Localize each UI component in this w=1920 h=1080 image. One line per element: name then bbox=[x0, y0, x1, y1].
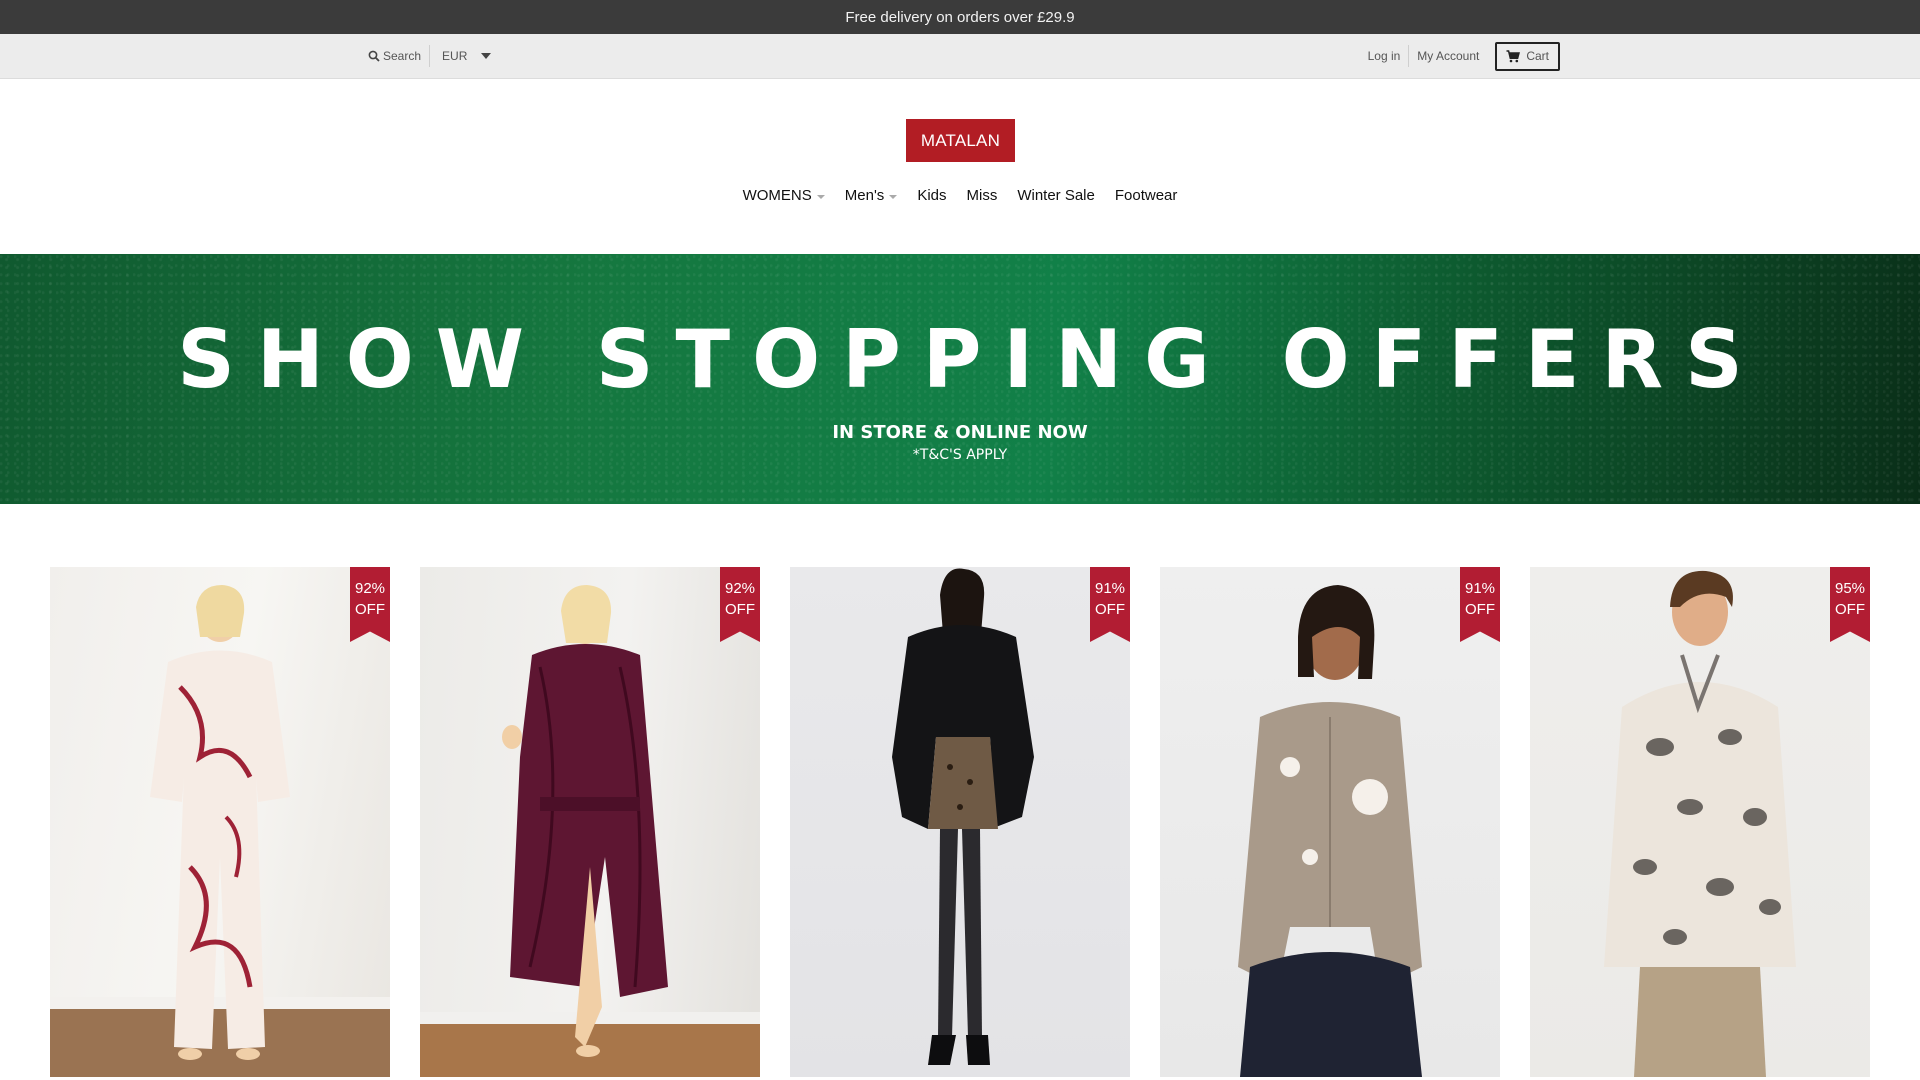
discount-off-label: OFF bbox=[355, 601, 385, 618]
nav-item-miss[interactable]: Miss bbox=[967, 187, 998, 204]
nav-label: Winter Sale bbox=[1017, 187, 1095, 204]
product-card[interactable]: 95% OFF bbox=[1530, 567, 1870, 1077]
currency-value: EUR bbox=[442, 49, 468, 63]
discount-percent: 92% bbox=[724, 580, 756, 597]
nav-item-kids[interactable]: Kids bbox=[917, 187, 946, 204]
main-navigation: WOMENS Men's Kids Miss Winter Sale Footw… bbox=[0, 187, 1920, 204]
login-label: Log in bbox=[1367, 49, 1401, 63]
search-icon bbox=[368, 50, 380, 62]
discount-badge: 91% OFF bbox=[1090, 567, 1130, 642]
search-button[interactable]: Search bbox=[360, 49, 429, 63]
search-label: Search bbox=[383, 49, 422, 63]
cart-label: Cart bbox=[1526, 49, 1549, 63]
chevron-down-icon bbox=[816, 194, 825, 199]
nav-item-footwear[interactable]: Footwear bbox=[1115, 187, 1178, 204]
product-grid: 92% OFF 92% OFF 91% OFF 91% OFF 95% OFF bbox=[50, 567, 1870, 1077]
chevron-down-icon bbox=[889, 194, 898, 199]
discount-badge: 92% OFF bbox=[720, 567, 760, 642]
discount-off-label: OFF bbox=[1465, 601, 1495, 618]
product-card[interactable]: 91% OFF bbox=[1160, 567, 1500, 1077]
product-image bbox=[420, 585, 760, 1077]
my-account-link[interactable]: My Account bbox=[1409, 49, 1487, 63]
cart-icon bbox=[1506, 49, 1521, 62]
discount-off-label: OFF bbox=[1835, 601, 1865, 618]
logo-text: MATALAN bbox=[920, 130, 1001, 150]
product-image bbox=[50, 585, 390, 1077]
product-card[interactable]: 91% OFF bbox=[790, 567, 1130, 1077]
nav-item-winter-sale[interactable]: Winter Sale bbox=[1017, 187, 1095, 204]
nav-label: WOMENS bbox=[742, 187, 812, 204]
cart-button[interactable]: Cart bbox=[1495, 41, 1560, 71]
hero-banner[interactable]: SHOW STOPPING OFFERS IN STORE & ONLINE N… bbox=[0, 254, 1920, 504]
nav-label: Kids bbox=[917, 187, 947, 204]
login-link[interactable]: Log in bbox=[1360, 49, 1409, 63]
hero-subtitle: IN STORE & ONLINE NOW bbox=[832, 422, 1088, 443]
discount-percent: 95% bbox=[1834, 580, 1866, 597]
account-label: My Account bbox=[1417, 49, 1480, 63]
hero-title: SHOW STOPPING OFFERS bbox=[177, 313, 1765, 406]
currency-selector[interactable]: EUR bbox=[430, 49, 503, 63]
discount-badge: 91% OFF bbox=[1460, 567, 1500, 642]
chevron-down-icon bbox=[481, 53, 492, 59]
discount-percent: 91% bbox=[1464, 580, 1496, 597]
site-header: MATALAN WOMENS Men's Kids Miss Winter Sa… bbox=[0, 79, 1920, 253]
announcement-bar: Free delivery on orders over £29.9 bbox=[0, 0, 1920, 34]
discount-off-label: OFF bbox=[725, 601, 755, 618]
announcement-text: Free delivery on orders over £29.9 bbox=[845, 8, 1075, 26]
hero-terms: *T&C'S APPLY bbox=[912, 447, 1008, 463]
nav-item-mens[interactable]: Men's bbox=[845, 187, 898, 204]
discount-percent: 92% bbox=[354, 580, 386, 597]
nav-label: Men's bbox=[844, 187, 885, 204]
discount-badge: 95% OFF bbox=[1830, 567, 1870, 642]
product-card[interactable]: 92% OFF bbox=[50, 567, 390, 1077]
product-card[interactable]: 92% OFF bbox=[420, 567, 760, 1077]
discount-badge: 92% OFF bbox=[350, 567, 390, 642]
discount-percent: 91% bbox=[1094, 580, 1126, 597]
matalan-logo[interactable]: MATALAN bbox=[906, 119, 1015, 162]
utility-bar: Search EUR Log in My Account Cart bbox=[0, 34, 1920, 79]
product-image bbox=[1604, 570, 1796, 1077]
nav-label: Footwear bbox=[1114, 187, 1178, 204]
product-image bbox=[892, 568, 1034, 1065]
nav-item-womens[interactable]: WOMENS bbox=[743, 187, 825, 204]
nav-label: Miss bbox=[966, 187, 998, 204]
product-image bbox=[1238, 585, 1422, 1077]
discount-off-label: OFF bbox=[1095, 601, 1125, 618]
